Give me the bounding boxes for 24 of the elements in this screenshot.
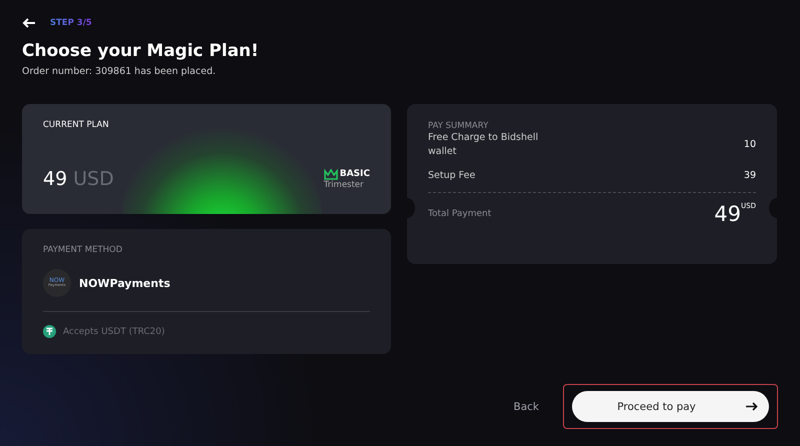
tether-icon — [43, 325, 56, 338]
right-arrow-icon — [746, 402, 758, 411]
page-title: Choose your Magic Plan! — [22, 41, 260, 61]
summary-item-name: Free Charge to Bidshell wallet — [428, 131, 540, 159]
summary-item-value: 10 — [744, 139, 756, 150]
crown-icon — [324, 168, 338, 180]
card-label: PAYMENT METHOD — [43, 245, 124, 255]
payment-provider-name: NOWPayments — [79, 276, 170, 290]
total-label: Total Payment — [428, 209, 492, 220]
total-amount: 49 — [714, 202, 742, 226]
card-label: PAY SUMMARY — [428, 121, 490, 131]
plan-period: Trimester — [324, 180, 364, 190]
back-arrow-icon[interactable] — [22, 18, 36, 28]
order-number-text: Order number: 309861 has been placed. — [22, 66, 217, 77]
summary-item-name: Setup Fee — [428, 168, 476, 182]
summary-item-value: 39 — [744, 170, 756, 181]
plan-amount: 49 — [43, 168, 68, 190]
plan-currency: USD — [73, 168, 114, 190]
tier-label: BASIC — [340, 169, 370, 179]
card-label: CURRENT PLAN — [43, 120, 110, 130]
accepted-currency-text: Accepts USDT (TRC20) — [63, 326, 165, 336]
step-indicator: STEP 3/5 — [50, 18, 92, 28]
back-button[interactable]: Back — [508, 400, 545, 414]
proceed-to-pay-button[interactable]: Proceed to pay — [572, 391, 769, 422]
